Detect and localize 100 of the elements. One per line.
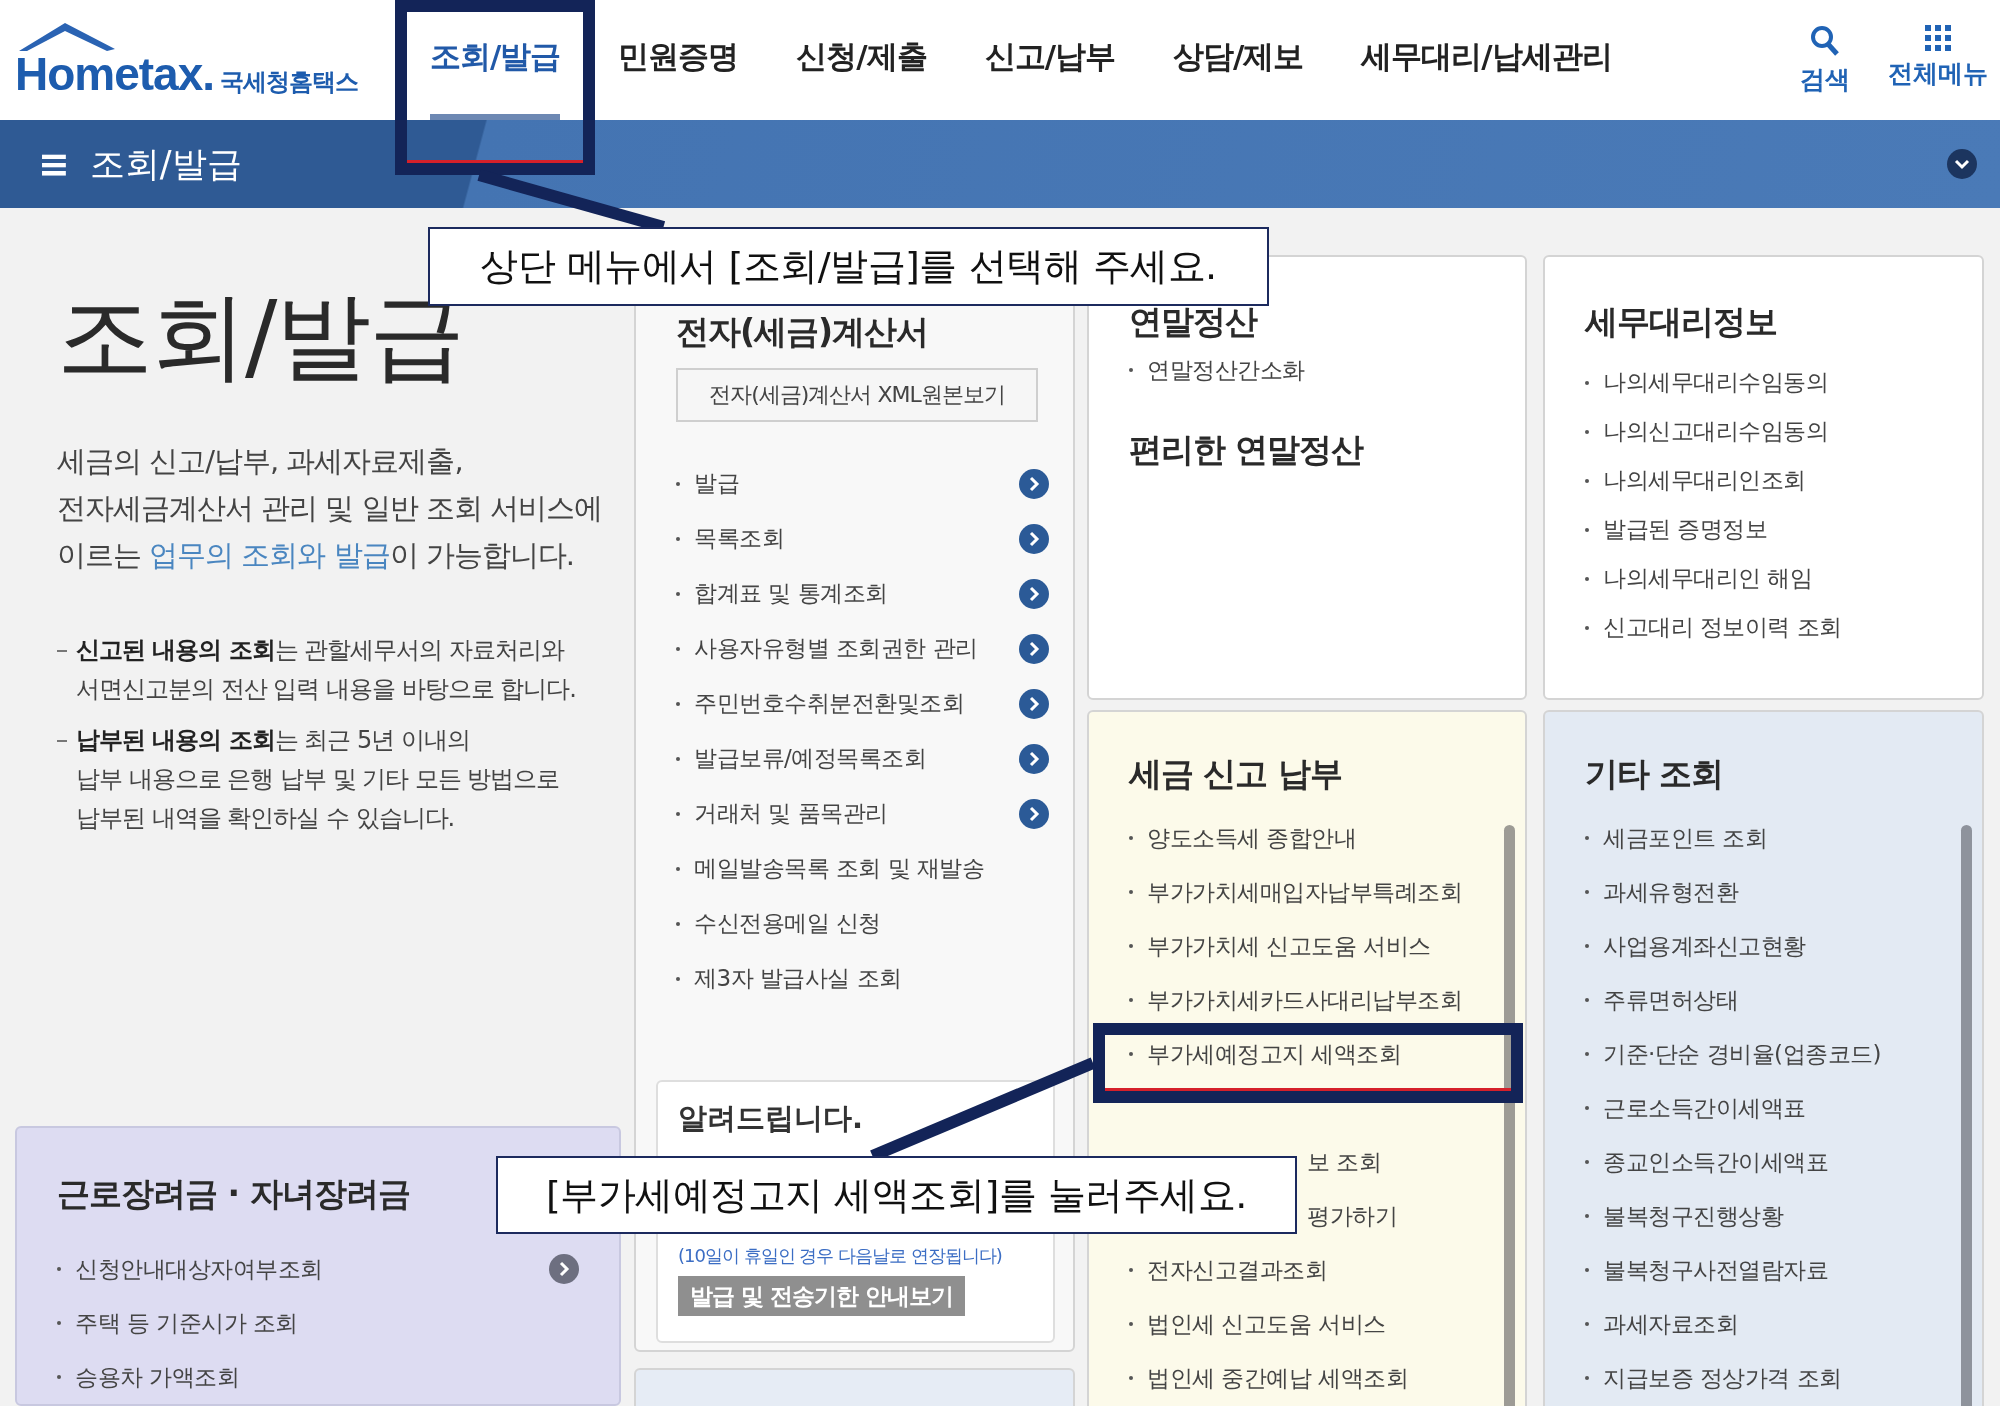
menu-link[interactable]: 발급 [694,468,739,499]
menu-link[interactable]: 양도소득세 종합안내 [1147,822,1357,854]
menu-link[interactable]: 연말정산간소화 [1147,354,1305,386]
menu-link[interactable]: 주택 등 기준시가 조회 [75,1307,298,1339]
chevron-right-icon[interactable] [1019,468,1049,499]
chevron-right-icon[interactable] [1019,798,1049,829]
chevron-right-icon[interactable] [1019,743,1049,774]
bullet-icon [676,646,680,651]
logo-wordmark[interactable]: Hometax. [15,47,215,101]
menu-link[interactable]: 신청안내대상자여부조회 [75,1253,323,1285]
note-text: 신고된 내용의 조회는 관할세무서의 자료처리와 서면신고분의 전산 입력 내용을 바탕으로 합니다. [76,635,576,705]
nav-tab[interactable]: 상담/제보 [1173,0,1304,120]
card-title: 세금 신고 납부 [1129,754,1343,794]
menu-link[interactable]: 사업용계좌신고현황 [1603,930,1806,962]
bullet-icon [1585,890,1589,894]
menu-link[interactable]: 지급보증 정상가격 조회 [1603,1362,1842,1394]
menu-link[interactable]: 메일발송목록 조회 및 재발송 [694,853,985,884]
bullet-icon [1129,998,1133,1002]
menu-link[interactable]: 불복청구진행상황 [1603,1200,1783,1232]
menu-link[interactable]: 세금포인트 조회 [1603,822,1768,854]
bullet-icon [1129,368,1133,372]
menu-link[interactable]: 법인세 중간예납 세액조회 [1147,1362,1409,1394]
menu-link[interactable]: 나의세무대리인 해임 [1603,563,1813,594]
menu-link[interactable]: 발급된 증명정보 [1603,514,1768,545]
menu-link[interactable]: 거래처 및 품목관리 [694,798,888,829]
chevron-right-icon[interactable] [549,1254,579,1284]
bullet-icon [1585,1322,1589,1326]
bullet-icon [1585,527,1589,532]
menu-link[interactable]: 부가가치세카드사대리납부조회 [1147,984,1462,1016]
menu-link[interactable]: 부가가치세 신고도움 서비스 [1147,930,1431,962]
bullet-icon [1129,836,1133,840]
menu-link[interactable]: 부가세예정고지 세액조회 [1147,1038,1402,1070]
menu-link[interactable]: 신고대리 정보이력 조회 [1603,612,1842,643]
chevron-right-icon[interactable] [1019,633,1049,664]
nav-tab[interactable]: 민원증명 [618,0,739,120]
menu-link[interactable]: 제3자 발급사실 조회 [694,963,902,994]
intro-text: 세금의 신고/납부, 과세자료제출, 전자세금계산서 관리 및 일반 조회 서비스에 이르는 업무의 조회와 발급이 가능합니다. [57,443,604,574]
note-text: 납부된 내용의 조회는 최근 5년 이내의 납부 내용으로 은행 납부 및 기타 모든 방법으로 납부된 내역을 확인하실 수 있습니다. [76,725,560,834]
menu-link[interactable]: 종교인소득간이세액표 [1603,1146,1828,1178]
bullet-icon [1129,1268,1133,1272]
nav-tab[interactable]: 신고/납부 [984,0,1115,120]
bullet-icon [676,481,680,486]
menu-link[interactable]: 나의신고대리수임동의 [1603,416,1828,447]
bullet-icon [1585,1052,1589,1056]
section-title: 조회/발급 [89,142,242,186]
bullet-icon [1585,625,1589,630]
menu-link[interactable]: 사용자유형별 조회권한 관리 [694,633,978,664]
search-button[interactable]: 검색 [1800,24,1850,96]
menu-link[interactable]: 근로소득간이세액표 [1603,1092,1806,1124]
bullet-icon [1585,1268,1589,1272]
bullet-icon [1585,429,1589,434]
dash-icon [57,740,67,742]
bullet-icon [1585,380,1589,385]
menu-link[interactable]: 법인세 신고도움 서비스 [1147,1308,1386,1340]
menu-link[interactable]: 불복청구사전열람자료 [1603,1254,1828,1286]
bullet-icon [1585,944,1589,948]
menu-link[interactable]: 과세자료조회 [1603,1308,1738,1340]
bullet-icon [1129,1052,1133,1056]
menu-link[interactable]: 발급보류/예정목록조회 [694,743,927,774]
nav-tab[interactable]: 신청/제출 [796,0,927,120]
bullet-icon [1585,998,1589,1002]
bullet-icon [1585,576,1589,581]
logo-subtitle: 국세청홈택스 [220,67,359,98]
menu-link[interactable]: 목록조회 [694,523,784,554]
menu-link[interactable]: 주류면허상태 [1603,984,1738,1016]
menu-icon[interactable]: ≡ [38,142,70,186]
menu-link[interactable]: 수신전용메일 신청 [694,908,881,939]
menu-link[interactable]: 합계표 및 통계조회 [694,578,888,609]
menu-link[interactable]: 주민번호수취분전환및조회 [694,688,964,719]
scrollbar[interactable] [1504,825,1515,1406]
menu-link[interactable]: 보 조회 [1307,1146,1382,1178]
xml-view-button[interactable]: 전자(세금)계산서 XML원본보기 [676,368,1038,422]
scrollbar[interactable] [1961,825,1972,1406]
bullet-icon [676,811,680,816]
bullet-icon [1585,1160,1589,1164]
bullet-icon [676,591,680,596]
menu-link[interactable]: 부가가치세매입자납부특례조회 [1147,876,1462,908]
dash-icon [57,650,67,652]
notice-title: 알려드립니다. [678,1100,864,1137]
bullet-icon [1129,944,1133,948]
menu-link[interactable]: 평가하기 [1307,1200,1397,1232]
bullet-icon [1129,890,1133,894]
menu-link[interactable]: 나의세무대리인조회 [1603,465,1806,496]
card-subtitle: 편리한 연말정산 [1129,429,1365,471]
notice-text: (10일이 휴일인 경우 다음날로 연장됩니다) [678,1244,1002,1268]
chevron-right-icon[interactable] [1019,688,1049,719]
menu-link[interactable]: 나의세무대리수임동의 [1603,367,1828,398]
menu-link[interactable]: 승용차 가액조회 [75,1361,240,1393]
bullet-icon [1129,1376,1133,1380]
bullet-icon [676,756,680,761]
bullet-icon [676,536,680,541]
nav-tab[interactable]: 세무대리/납세관리 [1361,0,1612,120]
chevron-right-icon[interactable] [1019,523,1049,554]
menu-link[interactable]: 전자신고결과조회 [1147,1254,1327,1286]
full-menu-button[interactable]: 전체메뉴 [1888,24,1988,96]
chevron-right-icon[interactable] [1019,578,1049,609]
menu-link[interactable]: 과세유형전환 [1603,876,1738,908]
bullet-icon [1585,836,1589,840]
menu-link[interactable]: 기준·단순 경비율(업종코드) [1603,1038,1882,1070]
chevron-down-icon[interactable] [1946,148,1978,180]
